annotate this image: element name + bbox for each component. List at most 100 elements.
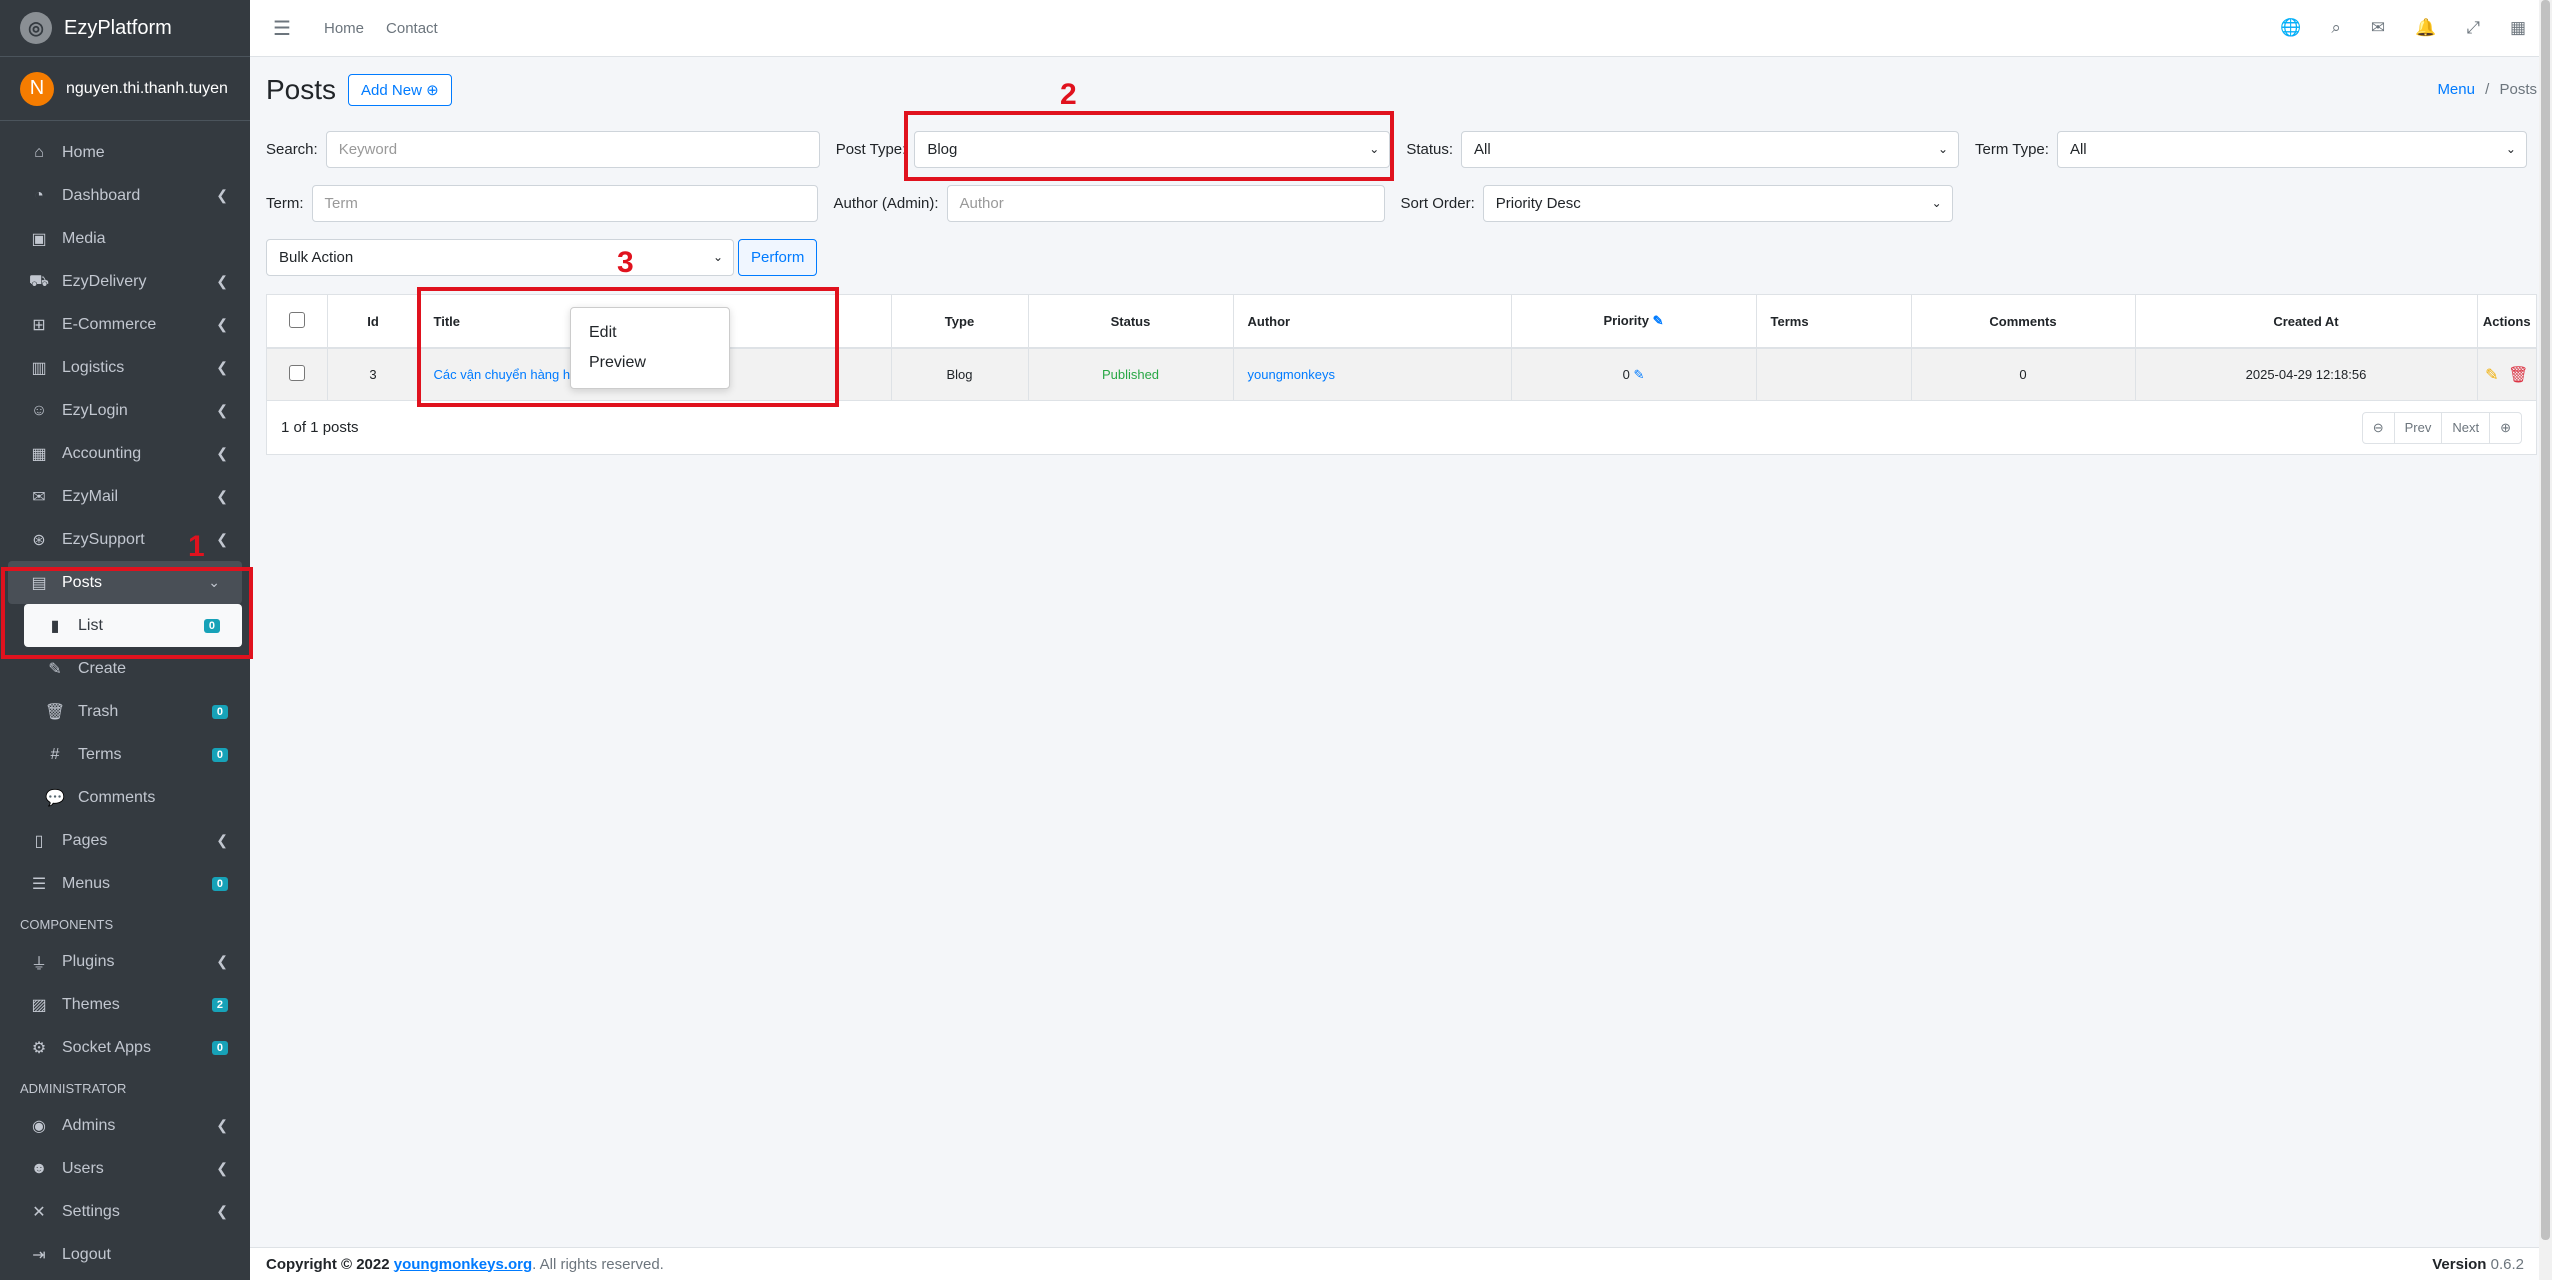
sidebar-item-dashboard[interactable]: ◔ Dashboard ❮ xyxy=(0,174,250,217)
posts-summary: 1 of 1 posts xyxy=(281,419,359,436)
sidebar-item-ezymail[interactable]: ✉ EzyMail ❮ xyxy=(0,475,250,518)
perform-button[interactable]: Perform xyxy=(738,238,818,276)
add-new-button[interactable]: Add New ⊕ xyxy=(348,73,452,106)
sidebar-item-ecommerce[interactable]: ⊞ E-Commerce ❮ xyxy=(0,303,250,346)
next-button[interactable]: Next xyxy=(2442,412,2491,443)
sidebar-item-settings[interactable]: ✕ Settings ❮ xyxy=(0,1190,250,1233)
edit-square-icon[interactable]: ✎ xyxy=(1633,367,1644,382)
footer-copyright: Copyright © 2022 xyxy=(266,1255,390,1273)
comments-header[interactable]: Comments xyxy=(1911,295,2136,349)
sidebar-item-posts-comments[interactable]: 💬 Comments xyxy=(0,776,250,819)
row-select-cell xyxy=(267,348,328,400)
plug-icon: ⏚ xyxy=(30,955,47,973)
sort-order-label: Sort Order: xyxy=(1400,194,1475,212)
term-type-select[interactable]: All ⌄ xyxy=(2056,130,2527,168)
bulk-action-select[interactable]: Bulk Action ⌄ xyxy=(266,238,734,276)
top-link-home[interactable]: Home xyxy=(324,20,364,37)
sidebar-item-label: EzyDelivery xyxy=(62,272,147,290)
sidebar-item-pages[interactable]: ▯ Pages ❮ xyxy=(0,819,250,862)
footer-site-link[interactable]: youngmonkeys.org xyxy=(394,1256,532,1273)
sidebar-item-ezydelivery[interactable]: ⛟ EzyDelivery ❮ xyxy=(0,260,250,303)
breadcrumb-menu-link[interactable]: Menu xyxy=(2437,81,2475,98)
bell-icon[interactable]: 🔔 xyxy=(2415,18,2436,38)
first-page-icon[interactable]: ⊖ xyxy=(2363,412,2395,443)
plus-circle-icon: ⊕ xyxy=(426,81,439,99)
author-cell[interactable]: youngmonkeys xyxy=(1233,348,1512,400)
columns-icon: ▯ xyxy=(34,832,44,850)
sidebar-item-plugins[interactable]: ⏚ Plugins ❮ xyxy=(0,940,250,983)
sidebar-item-socket-apps[interactable]: ⚙ Socket Apps 0 xyxy=(0,1026,250,1069)
sidebar-item-menus[interactable]: ☰ Menus 0 xyxy=(0,862,250,905)
sidebar-item-posts-terms[interactable]: # Terms 0 xyxy=(0,733,250,776)
term-type-value: All xyxy=(2069,140,2087,158)
author-input[interactable]: Author xyxy=(946,184,1385,222)
globe-icon[interactable]: 🌐 xyxy=(2280,18,2301,38)
sidebar-item-media[interactable]: ▣ Media xyxy=(0,217,250,260)
sidebar-item-posts-trash[interactable]: 🗑 Trash 0 xyxy=(0,690,250,733)
id-header[interactable]: Id xyxy=(327,295,420,349)
footer-version-label: Version xyxy=(2432,1255,2487,1273)
trash-icon[interactable]: 🗑 xyxy=(2508,367,2528,384)
page-scrollbar[interactable] xyxy=(2539,0,2552,1280)
sidebar-item-home[interactable]: ⌂ Home xyxy=(0,131,250,174)
bulk-action-value: Bulk Action xyxy=(279,248,354,266)
users-icon: ☻ xyxy=(30,1159,48,1177)
sidebar-item-themes[interactable]: ▨ Themes 2 xyxy=(0,983,250,1026)
sidebar-item-logistics[interactable]: ▥ Logistics ❮ xyxy=(0,346,250,389)
term-input[interactable]: Term xyxy=(311,184,818,222)
sidebar-item-accounting[interactable]: ▦ Accounting ❮ xyxy=(0,432,250,475)
last-page-icon[interactable]: ⊕ xyxy=(2490,413,2521,443)
created-at-cell: 2025-04-29 12:18:56 xyxy=(2135,348,2478,400)
brand[interactable]: ◎ EzyPlatform xyxy=(0,0,250,57)
author-header[interactable]: Author xyxy=(1233,295,1512,349)
id-cell: 3 xyxy=(327,348,420,400)
pencil-icon[interactable]: ✎ xyxy=(2485,367,2498,384)
terms-header[interactable]: Terms xyxy=(1756,295,1912,349)
filter-row-1: Search: Keyword Post Type: Blog ⌄ Status:… xyxy=(266,122,2537,176)
messages-icon[interactable]: ✉ xyxy=(2371,18,2385,38)
sidebar-item-logout[interactable]: ⇥ Logout xyxy=(0,1233,250,1276)
hamburger-icon[interactable]: ☰ xyxy=(262,16,302,41)
chevron-left-icon: ❮ xyxy=(216,1160,228,1176)
sidebar-item-label: Accounting xyxy=(62,444,142,462)
trash-icon: 🗑 xyxy=(44,703,66,721)
scrollbar-thumb[interactable] xyxy=(2541,0,2550,1240)
chevron-left-icon: ❮ xyxy=(216,187,228,203)
row-checkbox[interactable] xyxy=(288,365,305,381)
top-link-contact[interactable]: Contact xyxy=(386,20,438,37)
sidebar-item-ezysupport[interactable]: ⊛ EzySupport ❮ xyxy=(0,518,250,561)
status-select[interactable]: All ⌄ xyxy=(1461,130,1960,168)
annotation-number-1: 1 xyxy=(188,530,205,563)
edit-square-icon[interactable]: ✎ xyxy=(1653,313,1664,328)
sort-order-select[interactable]: Priority Desc ⌄ xyxy=(1482,184,1953,222)
sidebar-item-label: EzyLogin xyxy=(62,401,128,419)
sidebar-item-label: Logistics xyxy=(62,358,125,376)
user-circle-icon: ◉ xyxy=(32,1117,46,1135)
fullscreen-icon[interactable]: ⤢ xyxy=(2466,18,2480,38)
comments-icon: 💬 xyxy=(45,789,65,807)
grid-icon[interactable]: ▦ xyxy=(2510,18,2526,38)
bulk-action-row: Bulk Action ⌄ Perform xyxy=(266,230,2537,284)
created-at-header[interactable]: Created At xyxy=(2135,295,2478,349)
user-name: nguyen.thi.thanh.tuyen xyxy=(66,79,228,97)
priority-header[interactable]: Priority ✎ xyxy=(1511,295,1757,349)
search-icon[interactable]: ⌕ xyxy=(2331,18,2341,38)
add-new-label: Add New xyxy=(361,81,422,99)
prev-button[interactable]: Prev xyxy=(2395,412,2443,443)
actions-header: Actions xyxy=(2477,295,2536,349)
select-all-checkbox[interactable] xyxy=(288,311,305,328)
search-input[interactable]: Keyword xyxy=(325,130,820,168)
annotation-number-3: 3 xyxy=(617,246,634,279)
count-badge: 0 xyxy=(211,1040,228,1055)
sidebar-item-users[interactable]: ☻ Users ❮ xyxy=(0,1147,250,1190)
sidebar-item-admins[interactable]: ◉ Admins ❮ xyxy=(0,1104,250,1147)
footer-rights: . All rights reserved. xyxy=(532,1255,664,1273)
type-header[interactable]: Type xyxy=(891,295,1029,349)
annotation-box-posts-list xyxy=(1,567,253,659)
components-header: COMPONENTS xyxy=(20,917,114,932)
term-type-label: Term Type: xyxy=(1975,140,2049,158)
actions-cell: ✎ 🗑 xyxy=(2477,348,2536,400)
user-panel[interactable]: N nguyen.thi.thanh.tuyen xyxy=(0,57,250,121)
sidebar-item-ezylogin[interactable]: ☺ EzyLogin ❮ xyxy=(0,389,250,432)
status-header[interactable]: Status xyxy=(1028,295,1234,349)
